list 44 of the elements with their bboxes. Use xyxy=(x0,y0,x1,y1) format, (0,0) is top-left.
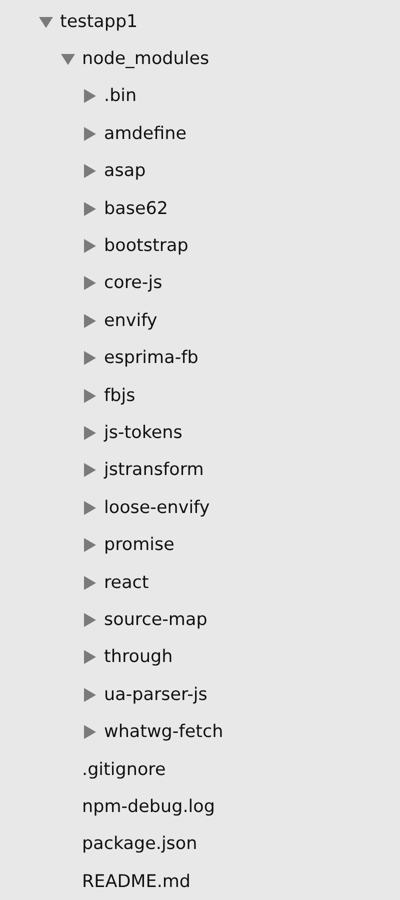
collapsed-triangle-icon[interactable] xyxy=(83,202,97,216)
collapsed-triangle-icon[interactable] xyxy=(83,500,97,515)
collapsed-triangle-icon[interactable] xyxy=(83,314,97,328)
collapsed-triangle-icon[interactable] xyxy=(83,688,97,702)
folder-name[interactable]: bootstrap xyxy=(104,236,188,256)
collapsed-triangle-icon[interactable] xyxy=(83,576,97,590)
collapsed-triangle-icon[interactable] xyxy=(83,164,97,178)
collapsed-triangle-icon[interactable] xyxy=(83,612,97,627)
folder-name[interactable]: base62 xyxy=(104,198,168,219)
collapsed-triangle-icon[interactable] xyxy=(83,276,97,290)
folder-name[interactable]: loose-envify xyxy=(104,498,210,518)
folder-name[interactable]: core-js xyxy=(104,273,162,294)
folder-name[interactable]: testapp1 xyxy=(60,12,138,32)
folder-name[interactable]: esprima-fb xyxy=(104,348,198,368)
collapsed-triangle-icon[interactable] xyxy=(83,725,97,740)
collapsed-triangle-icon[interactable] xyxy=(83,89,97,104)
folder-name[interactable]: ua-parser-js xyxy=(104,684,208,705)
folder-name[interactable]: whatwg-fetch xyxy=(104,722,224,742)
folder-name[interactable]: amdefine xyxy=(104,124,187,144)
folder-name[interactable]: react xyxy=(104,572,149,593)
folder-name[interactable]: js-tokens xyxy=(104,422,182,443)
collapsed-triangle-icon[interactable] xyxy=(83,538,97,552)
folder-name[interactable]: jstransform xyxy=(104,460,204,480)
folder-name[interactable]: promise xyxy=(104,535,174,556)
collapsed-triangle-icon[interactable] xyxy=(83,463,97,478)
file-name[interactable]: README.md xyxy=(82,872,191,892)
collapsed-triangle-icon[interactable] xyxy=(83,351,97,366)
collapsed-triangle-icon[interactable] xyxy=(83,388,97,403)
collapsed-triangle-icon[interactable] xyxy=(83,426,97,440)
collapsed-triangle-icon[interactable] xyxy=(83,650,97,664)
file-name[interactable]: .gitignore xyxy=(82,760,166,780)
folder-name[interactable]: source-map xyxy=(104,610,208,630)
expanded-triangle-icon[interactable] xyxy=(61,52,75,66)
collapsed-triangle-icon[interactable] xyxy=(83,126,97,141)
folder-name[interactable]: envify xyxy=(104,310,158,331)
folder-name[interactable]: .bin xyxy=(104,86,137,106)
folder-name[interactable]: through xyxy=(104,647,173,668)
collapsed-triangle-icon[interactable] xyxy=(83,239,97,254)
file-name[interactable]: npm-debug.log xyxy=(82,796,215,817)
folder-name[interactable]: node_modules xyxy=(82,49,210,70)
folder-name[interactable]: asap xyxy=(104,161,146,182)
folder-name[interactable]: fbjs xyxy=(104,386,136,406)
file-name[interactable]: package.json xyxy=(82,834,198,854)
expanded-triangle-icon[interactable] xyxy=(39,14,53,29)
